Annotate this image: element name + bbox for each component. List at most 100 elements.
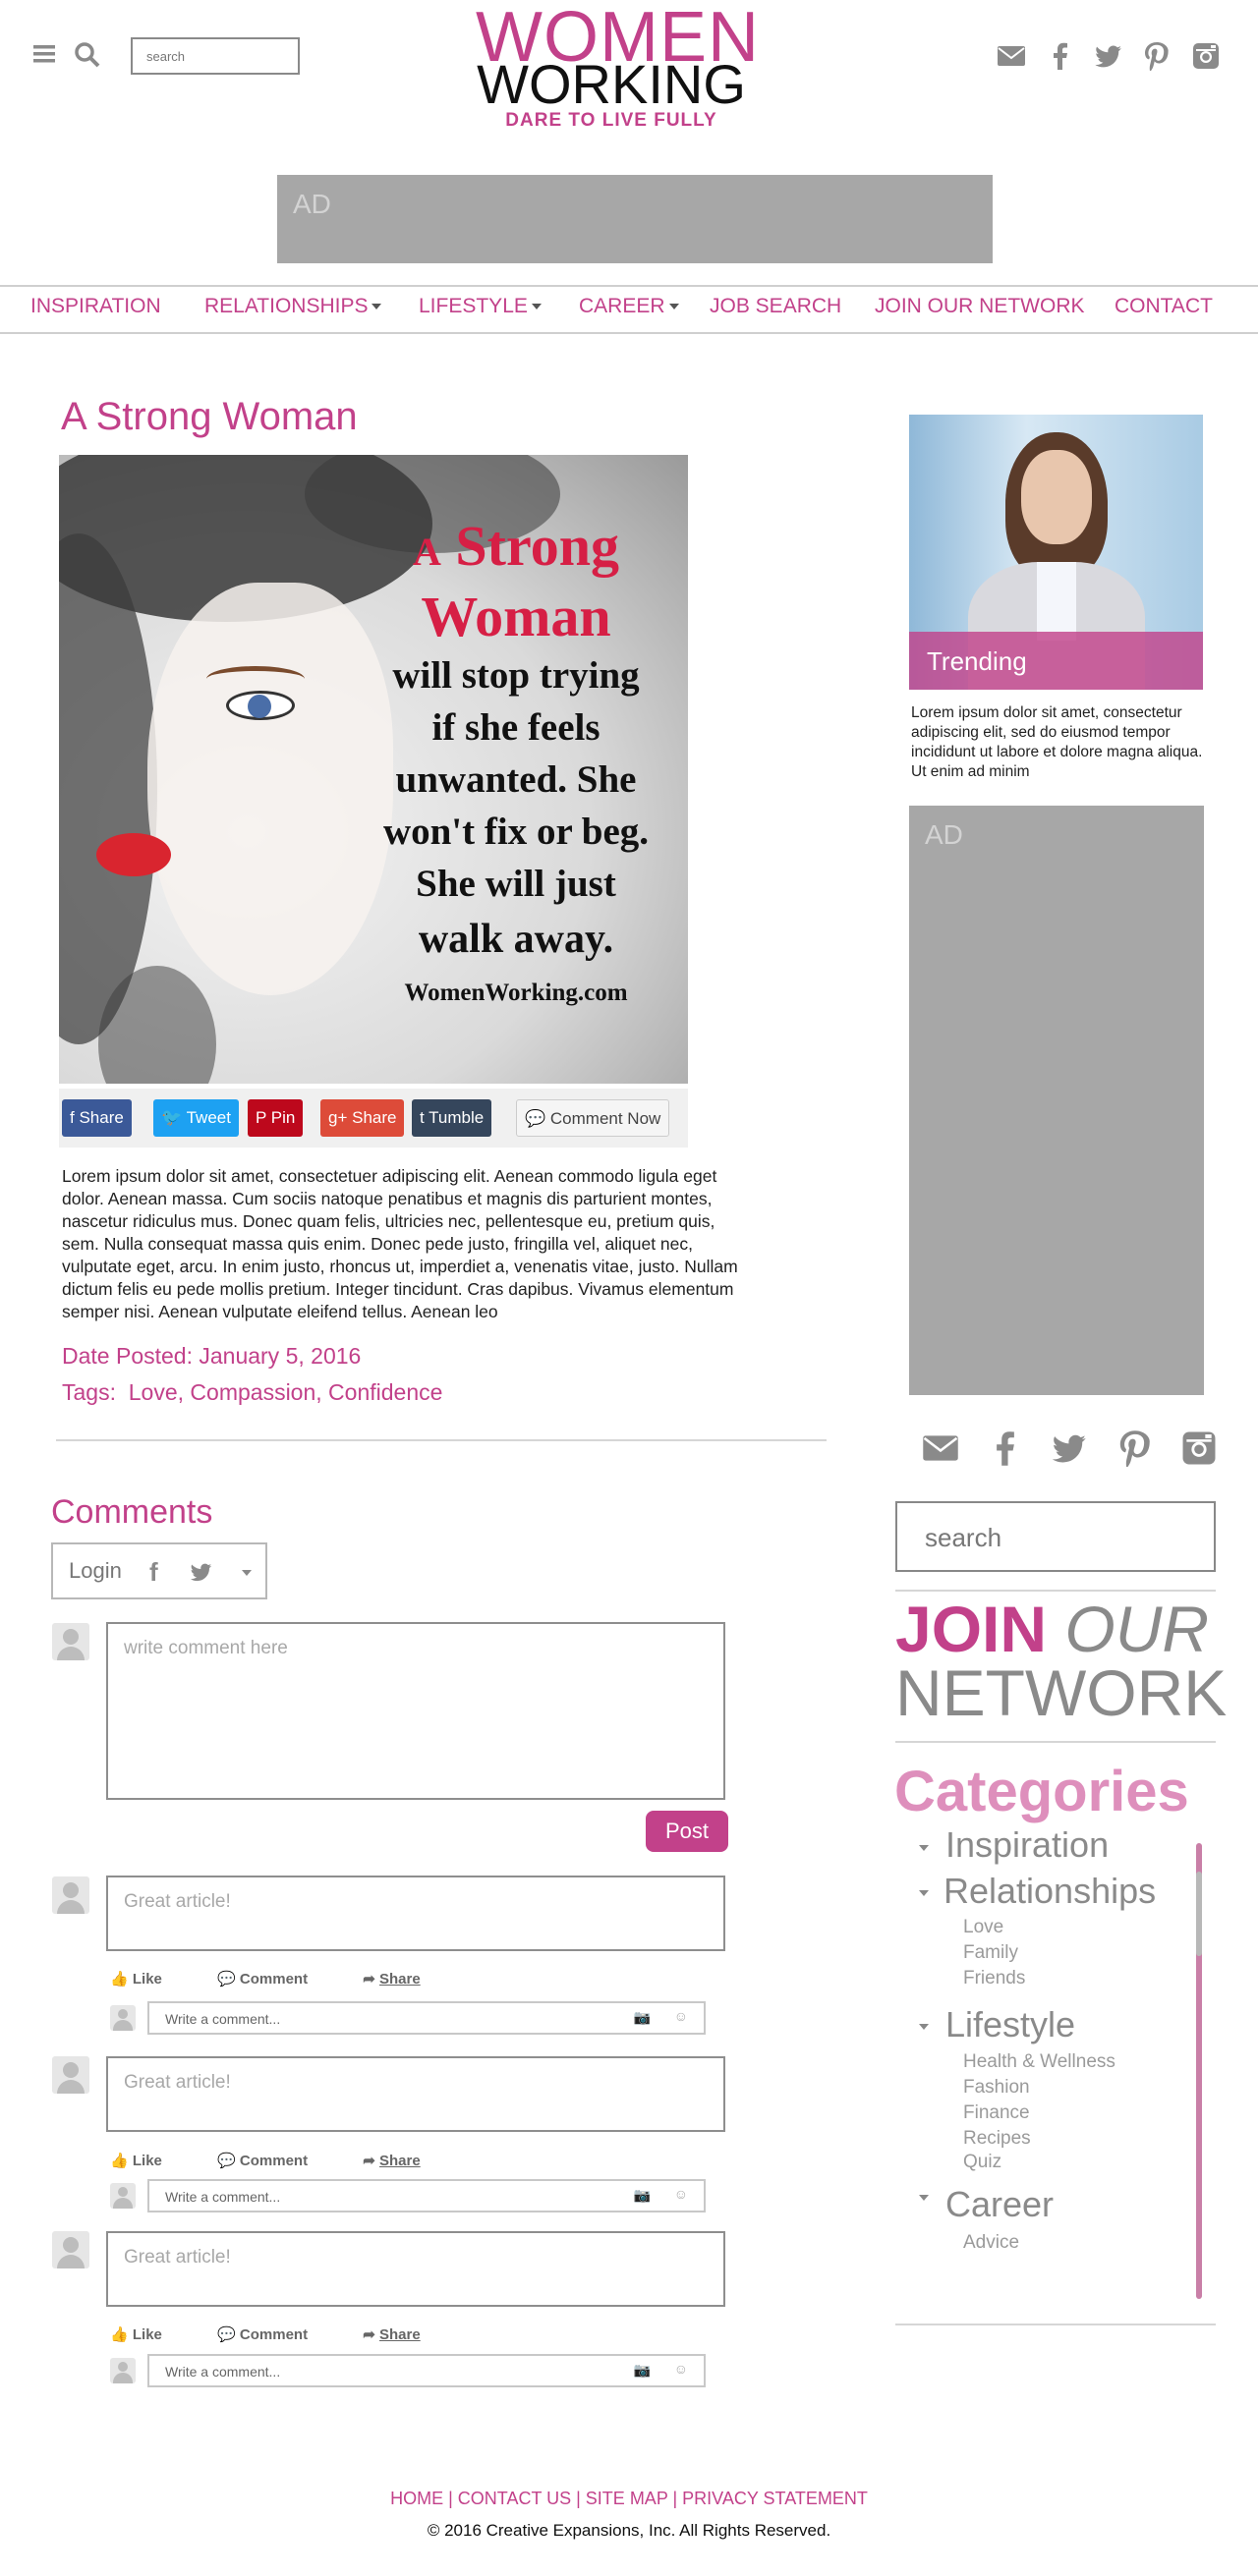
pinterest-icon[interactable]	[1116, 1429, 1154, 1467]
top-ad-banner[interactable]: AD	[277, 175, 993, 263]
comment-text: Great article!	[106, 1876, 725, 1951]
tags-list[interactable]: Love, Compassion, Confidence	[129, 1379, 443, 1405]
search-icon[interactable]	[73, 39, 102, 69]
twitter-icon[interactable]	[1050, 1429, 1087, 1467]
post-comment-button[interactable]: Post	[646, 1811, 728, 1852]
sidebar-divider	[895, 1590, 1216, 1592]
category-lifestyle[interactable]: Lifestyle	[945, 2004, 1075, 2045]
category-inspiration[interactable]: Inspiration	[945, 1824, 1109, 1866]
quote-line: She will just	[416, 863, 616, 905]
sidebar-divider	[895, 2324, 1216, 2325]
camera-icon[interactable]: 📷	[634, 2362, 651, 2379]
quote-word-strong: Strong	[455, 514, 619, 578]
twitter-icon[interactable]	[187, 1560, 214, 1584]
category-career[interactable]: Career	[945, 2184, 1054, 2225]
tweet-button[interactable]: 🐦 Tweet	[153, 1099, 239, 1137]
reply-input[interactable]: Write a comment... 📷 ☺	[147, 2179, 706, 2212]
comment-now-button[interactable]: 💬 Comment Now	[516, 1099, 670, 1137]
quote-word-woman: Woman	[421, 585, 611, 648]
reply-input[interactable]: Write a comment... 📷 ☺	[147, 2354, 706, 2387]
comment-button[interactable]: 💬 Comment	[217, 1970, 333, 1988]
emoji-icon[interactable]: ☺	[674, 2361, 688, 2377]
quote-line: will stop trying	[392, 654, 640, 697]
share-link[interactable]: ➦ Share	[363, 1970, 420, 1988]
twitter-icon[interactable]	[1093, 41, 1122, 71]
like-button[interactable]: 👍 Like	[110, 2325, 188, 2343]
new-comment-textarea[interactable]: write comment here	[106, 1622, 725, 1800]
login-dropdown[interactable]: Login f	[51, 1542, 267, 1599]
like-button[interactable]: 👍 Like	[110, 2152, 188, 2169]
facebook-icon[interactable]	[987, 1429, 1024, 1467]
sidebar-ad[interactable]: AD	[909, 806, 1204, 1395]
nav-contact[interactable]: CONTACT	[1115, 295, 1213, 318]
nav-bottom-divider	[0, 332, 1258, 334]
avatar	[110, 2183, 136, 2209]
comment-actions: 👍 Like 💬 Comment ➦ Share	[110, 2152, 446, 2169]
trending-label[interactable]: Trending	[909, 632, 1203, 690]
subcategory-finance[interactable]: Finance	[963, 2102, 1030, 2124]
subcategory-family[interactable]: Family	[963, 1942, 1018, 1964]
quote-line: unwanted. She	[395, 758, 637, 801]
chevron-down-icon	[919, 2024, 929, 2030]
facebook-icon[interactable]: f	[149, 1557, 158, 1588]
categories-scrollbar-thumb[interactable]	[1196, 1872, 1202, 1956]
header-search-input[interactable]: search	[131, 37, 300, 75]
share-link[interactable]: ➦ Share	[363, 2325, 420, 2343]
camera-icon[interactable]: 📷	[634, 2009, 651, 2026]
subcategory-fashion[interactable]: Fashion	[963, 2077, 1030, 2099]
facebook-icon[interactable]	[1046, 41, 1075, 71]
nav-job-search[interactable]: JOB SEARCH	[710, 295, 841, 318]
instagram-icon[interactable]	[1191, 41, 1221, 71]
chevron-down-icon	[919, 1845, 929, 1851]
google-plus-share-button[interactable]: g+ Share	[320, 1099, 405, 1137]
pinterest-icon: P	[256, 1108, 271, 1127]
article-hero-image: A Strong Woman will stop trying if she f…	[59, 455, 688, 1084]
share-link[interactable]: ➦ Share	[363, 2152, 420, 2169]
subcategory-quiz[interactable]: Quiz	[963, 2152, 1001, 2173]
email-icon[interactable]	[997, 41, 1026, 71]
footer-copyright: © 2016 Creative Expansions, Inc. All Rig…	[427, 2521, 831, 2540]
avatar	[52, 1876, 89, 1914]
subcategory-recipes[interactable]: Recipes	[963, 2128, 1031, 2150]
comment-button[interactable]: 💬 Comment	[217, 2325, 333, 2343]
sidebar-search-input[interactable]: search	[895, 1501, 1216, 1572]
sidebar-divider	[895, 1741, 1216, 1743]
reply-input[interactable]: Write a comment... 📷 ☺	[147, 2001, 706, 2035]
like-button[interactable]: 👍 Like	[110, 1970, 188, 1988]
tags-label: Tags:	[62, 1379, 116, 1405]
twitter-icon: 🐦	[161, 1108, 187, 1127]
comment-icon: 💬	[525, 1109, 550, 1128]
quote-word-a: A	[413, 530, 441, 574]
comment-button[interactable]: 💬 Comment	[217, 2152, 333, 2169]
chevron-down-icon	[372, 304, 382, 310]
nav-career[interactable]: CAREER	[579, 295, 679, 318]
join-our-network-heading[interactable]: JOIN OUR	[895, 1596, 1209, 1661]
category-relationships[interactable]: Relationships	[944, 1871, 1156, 1912]
nav-inspiration[interactable]: INSPIRATION	[30, 295, 161, 318]
subcategory-love[interactable]: Love	[963, 1917, 1003, 1938]
tumblr-button[interactable]: t Tumble	[412, 1099, 492, 1137]
nav-relationships[interactable]: RELATIONSHIPS	[204, 295, 382, 318]
footer-links[interactable]: HOME | CONTACT US | SITE MAP | PRIVACY S…	[0, 2489, 1258, 2509]
logo-working[interactable]: WORKING	[476, 57, 747, 112]
email-icon[interactable]	[922, 1429, 959, 1467]
quote-line: walk away.	[418, 917, 614, 962]
facebook-share-button[interactable]: f Share	[62, 1099, 132, 1137]
instagram-icon[interactable]	[1180, 1429, 1218, 1467]
subcategory-friends[interactable]: Friends	[963, 1968, 1025, 1989]
subcategory-advice[interactable]: Advice	[963, 2232, 1019, 2254]
emoji-icon[interactable]: ☺	[674, 2186, 688, 2202]
quote-line: if she feels	[431, 706, 600, 749]
pin-button[interactable]: P Pin	[248, 1099, 304, 1137]
subcategory-health-wellness[interactable]: Health & Wellness	[963, 2051, 1115, 2073]
menu-icon[interactable]	[31, 39, 61, 69]
network-word[interactable]: NETWORK	[895, 1660, 1227, 1725]
comments-title: Comments	[51, 1493, 213, 1531]
pinterest-icon[interactable]	[1142, 41, 1172, 71]
chevron-down-icon	[531, 304, 542, 310]
camera-icon[interactable]: 📷	[634, 2187, 651, 2204]
nav-join-our-network[interactable]: JOIN OUR NETWORK	[875, 295, 1085, 318]
avatar	[52, 2231, 89, 2268]
nav-lifestyle[interactable]: LIFESTYLE	[419, 295, 542, 318]
emoji-icon[interactable]: ☺	[674, 2008, 688, 2024]
